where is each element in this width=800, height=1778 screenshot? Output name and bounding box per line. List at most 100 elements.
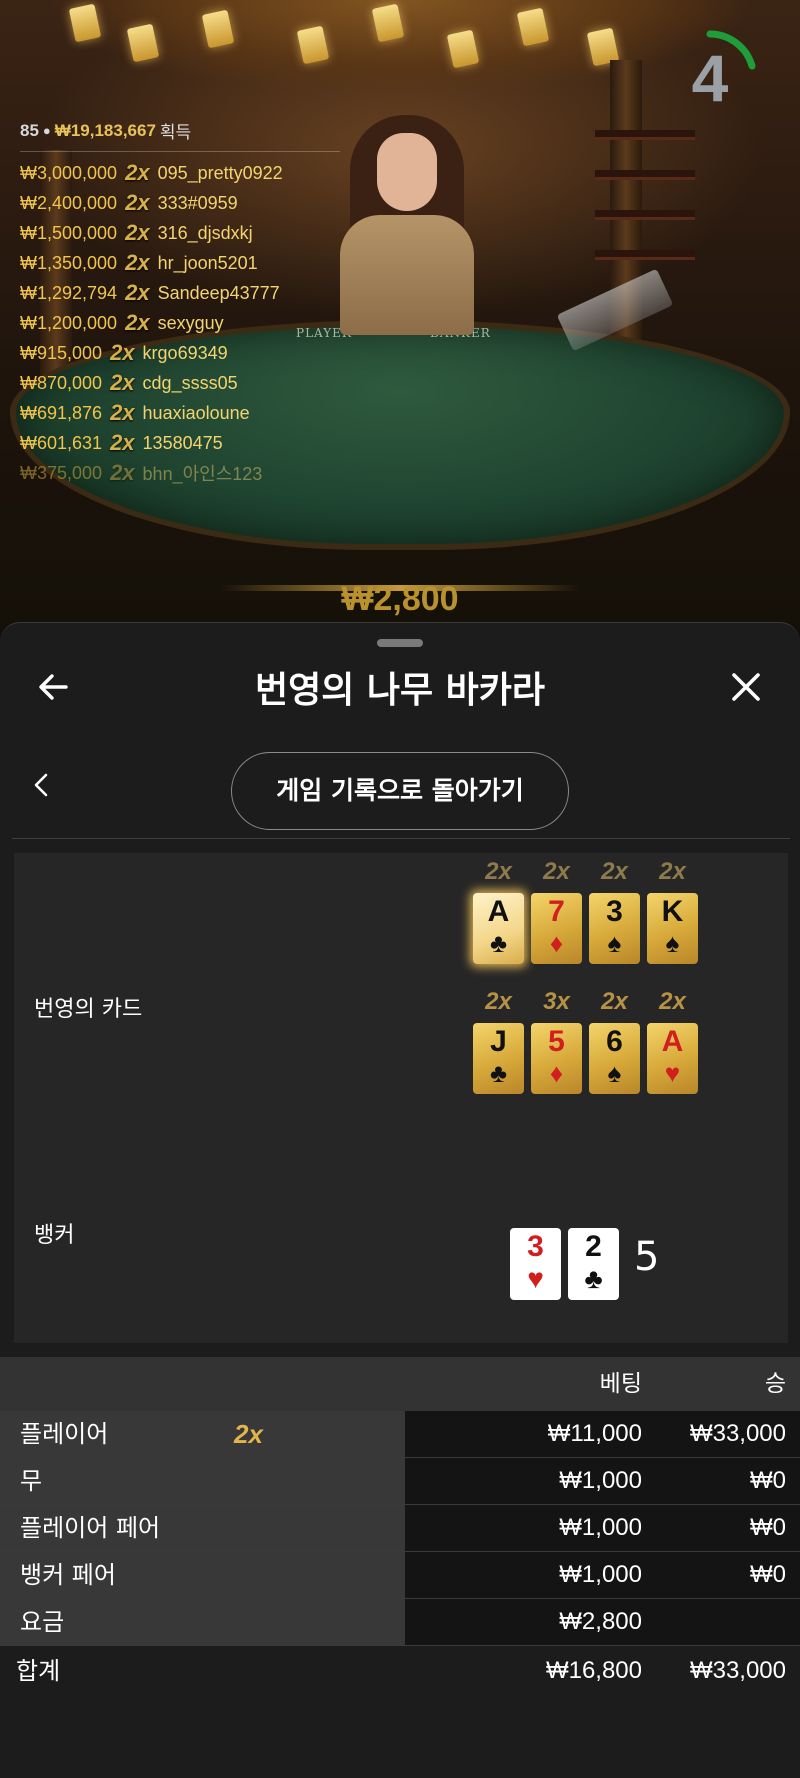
win-amount: ₩0: [750, 1467, 786, 1494]
card-suit-icon: ♥: [664, 1058, 681, 1088]
winner-row: ₩1,292,794 2x Sandeep43777: [20, 278, 340, 308]
total-row: 합계 ₩16,800 ₩33,000: [0, 1646, 800, 1696]
prosperity-card: 6 ♠: [589, 1023, 640, 1094]
card-suit-icon: ♠: [665, 928, 680, 958]
winner-amount: ₩1,500,000: [20, 222, 118, 243]
winner-multiplier: 2x: [125, 250, 150, 275]
winner-row: ₩2,400,000 2x 333#0959: [20, 188, 340, 218]
back-to-history-button[interactable]: 게임 기록으로 돌아가기: [231, 752, 569, 830]
winner-username: 316_djsdxkj: [157, 222, 253, 243]
card-suit-icon: ♦: [549, 1058, 564, 1088]
winner-username: Sandeep43777: [157, 282, 280, 303]
card-suit-icon: ♦: [549, 928, 564, 958]
winner-amount: ₩1,292,794: [20, 282, 118, 303]
pagoda: [585, 130, 705, 280]
winner-row: ₩691,876 2x huaxiaoloune: [20, 398, 340, 428]
winner-username: hr_joon5201: [157, 252, 258, 273]
winner-multiplier: 2x: [110, 370, 135, 395]
live-video: PLAYER BANKER ₩2,800 4 85 ● ₩19,183,667 …: [0, 0, 800, 640]
winner-multiplier: 2x: [125, 280, 150, 305]
previous-round-button[interactable]: [28, 765, 56, 805]
winner-amount: ₩3,000,000: [20, 162, 118, 183]
prosperity-card: A ♣: [473, 893, 524, 964]
card-suit-icon: ♥: [527, 1263, 544, 1294]
card-multiplier: 2x: [659, 858, 686, 885]
prosperity-card: K ♠: [647, 893, 698, 964]
banker-card: 2 ♣: [568, 1228, 619, 1300]
winner-multiplier: 2x: [110, 400, 135, 425]
winner-username: cdg_ssss05: [142, 372, 238, 393]
winner-count: 85: [20, 120, 39, 140]
winner-multiplier: 2x: [110, 340, 135, 365]
card-suit-icon: ♣: [489, 1058, 508, 1088]
prosperity-card: 5 ♦: [531, 1023, 582, 1094]
card-multiplier: 2x: [485, 858, 512, 885]
chevron-left-icon: [34, 773, 48, 797]
winner-amount: ₩375,000: [20, 462, 103, 483]
card-multiplier: 2x: [601, 988, 628, 1015]
winner-amount: ₩1,350,000: [20, 252, 118, 273]
game-detail-sheet: 번영의 나무 바카라 게임 기록으로 돌아가기 번영의 카드 뱅커 2x A ♣ 2x…: [0, 622, 800, 1778]
win-amount: ₩33,000: [689, 1420, 786, 1447]
banker-score: 5: [634, 1234, 660, 1280]
card-rank: 3: [606, 895, 623, 928]
card-suit-icon: ♣: [584, 1263, 603, 1294]
winner-row: ₩1,200,000 2x sexyguy: [20, 308, 340, 338]
prosperity-cards-label: 번영의 카드: [34, 997, 143, 1022]
winner-row: ₩1,350,000 2x hr_joon5201: [20, 248, 340, 278]
header-win: 승: [764, 1371, 786, 1397]
winner-amount: ₩2,400,000: [20, 192, 118, 213]
winners-suffix: 획득: [159, 123, 192, 142]
sheet-grabber[interactable]: [377, 639, 423, 647]
win-amount: ₩0: [750, 1514, 786, 1541]
winners-total: ₩19,183,667: [54, 120, 156, 140]
total-bet-peek: ₩2,800: [341, 580, 459, 618]
countdown-timer: 4: [660, 28, 760, 128]
close-icon: [732, 673, 760, 701]
prosperity-card: J ♣: [473, 1023, 524, 1094]
winner-username: bhn_아인스123: [142, 464, 263, 484]
card-multiplier: 2x: [485, 988, 512, 1015]
winners-list: 85 ● ₩19,183,667 획득 ₩3,000,000 2x 095_pret…: [20, 118, 340, 488]
bet-amount: ₩11,000: [547, 1420, 642, 1447]
card-rank: A: [487, 895, 510, 928]
dealer: [332, 105, 482, 335]
winner-row: ₩1,500,000 2x 316_djsdxkj: [20, 218, 340, 248]
card-multiplier: 2x: [543, 858, 570, 885]
total-win: ₩33,000: [689, 1657, 786, 1684]
total-bet: ₩16,800: [545, 1657, 642, 1684]
bet-row: 요금 ₩2,800: [0, 1599, 800, 1646]
winner-multiplier: 2x: [125, 160, 150, 185]
bet-row: 플레이어 페어 ₩1,000 ₩0: [0, 1505, 800, 1552]
bet-row-left: [0, 1458, 405, 1504]
card-suit-icon: ♠: [607, 928, 622, 958]
person-icon: ●: [42, 123, 51, 138]
winner-multiplier: 2x: [125, 190, 150, 215]
card-suit-icon: ♣: [489, 928, 508, 958]
card-rank: K: [661, 895, 684, 928]
winner-username: 095_pretty0922: [157, 162, 283, 183]
winner-row: ₩3,000,000 2x 095_pretty0922: [20, 158, 340, 188]
card-rank: 3: [527, 1230, 544, 1263]
bet-name: 플레이어: [20, 1420, 109, 1448]
winner-username: 333#0959: [157, 192, 238, 213]
winner-row: ₩375,000 2x bhn_아인스123: [20, 458, 340, 488]
close-button[interactable]: [726, 667, 766, 707]
prosperity-card: A ♥: [647, 1023, 698, 1094]
prosperity-card: 3 ♠: [589, 893, 640, 964]
winner-multiplier: 2x: [110, 430, 135, 455]
sheet-title: 번영의 나무 바카라: [254, 670, 546, 711]
bet-name: 플레이어 페어: [20, 1514, 161, 1542]
table-header: 베팅 승: [0, 1357, 800, 1411]
total-label: 합계: [16, 1657, 61, 1685]
bet-amount: ₩2,800: [559, 1608, 642, 1635]
card-rank: 2: [585, 1230, 602, 1263]
winner-multiplier: 2x: [125, 310, 150, 335]
card-rank: 6: [606, 1025, 623, 1058]
bet-name: 요금: [20, 1608, 65, 1636]
bet-amount: ₩1,000: [559, 1467, 642, 1494]
card-rank: 5: [548, 1025, 565, 1058]
banker-card: 3 ♥: [510, 1228, 561, 1300]
bet-amount: ₩1,000: [559, 1514, 642, 1541]
card-rank: 7: [548, 895, 565, 928]
